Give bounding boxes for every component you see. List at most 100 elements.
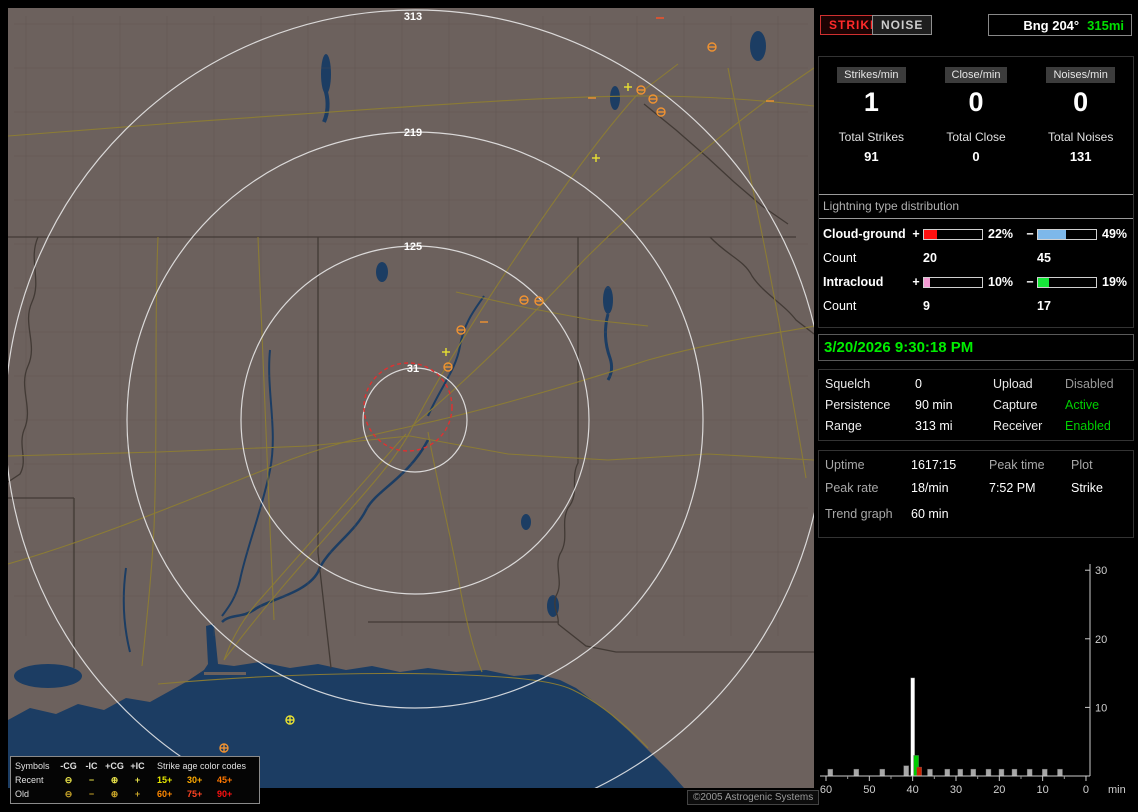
legend-header-row: Symbols -CG -IC +CG +IC Strike age color… xyxy=(15,759,255,773)
legend-neg-ic-header: -IC xyxy=(85,761,98,771)
intracloud-label: Intracloud xyxy=(823,275,884,289)
persistence-value: 90 min xyxy=(915,397,953,412)
minus-sign: − xyxy=(1026,275,1034,289)
status-grid: Uptime 1617:15 Peak time Plot Peak rate … xyxy=(825,458,1127,495)
svg-text:313: 313 xyxy=(404,11,422,23)
statistics-section: Strikes/min 1 Total Strikes 91 Close/min… xyxy=(818,56,1134,328)
uptime-label: Uptime xyxy=(825,458,865,472)
svg-text:31: 31 xyxy=(407,363,419,375)
cloud-ground-label: Cloud-ground xyxy=(823,227,906,241)
svg-text:0: 0 xyxy=(1083,784,1089,796)
settings-section: Squelch 0 Upload Disabled Persistence 90… xyxy=(818,369,1134,441)
close-per-min-column: Close/min 0 Total Close 0 xyxy=(924,65,1029,164)
noise-mode-button[interactable]: NOISE xyxy=(872,15,933,35)
ic-plus-percent: 10% xyxy=(988,275,1014,289)
distribution-grid: Cloud-ground + 22% − 49% Count 20 45 Int… xyxy=(819,219,1133,313)
capture-status: Active xyxy=(1065,397,1100,412)
cg-minus-percent: 49% xyxy=(1102,227,1128,241)
pos-cg-old-icon: ⊕ xyxy=(110,789,119,799)
total-noises-value: 131 xyxy=(1069,149,1092,164)
total-close-value: 0 xyxy=(972,149,980,164)
close-per-min-value: 0 xyxy=(968,87,984,117)
svg-text:20: 20 xyxy=(1095,634,1107,646)
age-45: 45+ xyxy=(217,775,233,785)
svg-text:min: min xyxy=(1108,784,1126,796)
legend-old-row: Old ⊖ − ⊕ + 60+ 75+ 90+ xyxy=(15,787,255,801)
persistence-label: Persistence xyxy=(825,397,891,412)
squelch-value: 0 xyxy=(915,377,922,392)
ic-minus-count: 17 xyxy=(1037,299,1051,313)
range-value: 313 mi xyxy=(915,418,953,433)
lightning-type-distribution: Lightning type distribution Cloud-ground… xyxy=(819,194,1133,313)
close-per-min-label: Close/min xyxy=(944,67,1008,83)
svg-text:10: 10 xyxy=(1095,702,1107,714)
noises-per-min-value: 0 xyxy=(1073,87,1089,117)
strike-legend: Symbols -CG -IC +CG +IC Strike age color… xyxy=(10,756,260,804)
pos-cg-recent-icon: ⊕ xyxy=(110,775,119,785)
legend-pos-ic-header: +IC xyxy=(130,761,145,771)
ic-minus-bar xyxy=(1037,276,1097,288)
legend-age-header: Strike age color codes xyxy=(157,761,247,771)
receiver-label: Receiver xyxy=(993,418,1043,433)
lightning-map[interactable]: 313 219 125 31 xyxy=(8,8,814,788)
age-30: 30+ xyxy=(187,775,203,785)
legend-symbols-header: Symbols xyxy=(15,761,50,771)
age-15: 15+ xyxy=(157,775,173,785)
copyright-notice: ©2005 Astrogenic Systems xyxy=(687,790,820,805)
total-noises-label: Total Noises xyxy=(1047,130,1114,144)
plus-sign: + xyxy=(912,275,920,289)
minus-sign: − xyxy=(1026,227,1034,241)
svg-text:60: 60 xyxy=(820,784,832,796)
cg-plus-bar xyxy=(923,228,983,240)
trend-graph-window: 60 min xyxy=(911,507,949,521)
upload-status: Disabled xyxy=(1065,377,1114,392)
bearing-value: Bng 204° xyxy=(1023,17,1080,33)
age-90: 90+ xyxy=(217,789,233,799)
peak-time-label: Peak time xyxy=(989,458,1045,472)
strikes-per-min-column: Strikes/min 1 Total Strikes 91 xyxy=(819,65,924,164)
cg-plus-count: 20 xyxy=(923,251,937,265)
datetime-display: 3/20/2026 9:30:18 PM xyxy=(818,334,1134,361)
svg-text:20: 20 xyxy=(993,784,1005,796)
peak-time-value: 7:52 PM xyxy=(989,481,1036,495)
pos-ic-old-icon: + xyxy=(134,789,141,799)
svg-text:40: 40 xyxy=(907,784,919,796)
legend-recent-row: Recent ⊖ − ⊕ + 15+ 30+ 45+ xyxy=(15,773,255,787)
svg-text:219: 219 xyxy=(404,127,422,139)
legend-neg-cg-header: -CG xyxy=(60,761,77,771)
cg-minus-bar xyxy=(1037,228,1097,240)
neg-ic-old-icon: − xyxy=(88,789,95,799)
svg-text:125: 125 xyxy=(404,241,422,253)
rate-counters: Strikes/min 1 Total Strikes 91 Close/min… xyxy=(819,65,1133,164)
bearing-readout: Bng 204° 315mi xyxy=(988,14,1132,36)
strikes-per-min-value: 1 xyxy=(863,87,879,117)
cg-plus-percent: 22% xyxy=(988,227,1014,241)
plus-sign: + xyxy=(912,227,920,241)
trend-graph: 10 20 30 60 50 40 30 20 10 0 min xyxy=(820,564,1126,796)
svg-text:50: 50 xyxy=(863,784,875,796)
svg-text:30: 30 xyxy=(1095,565,1107,577)
range-label: Range xyxy=(825,418,862,433)
plot-label: Plot xyxy=(1071,458,1093,472)
squelch-label: Squelch xyxy=(825,377,871,392)
status-section: Uptime 1617:15 Peak time Plot Peak rate … xyxy=(818,450,1134,538)
plot-value: Strike xyxy=(1071,481,1103,495)
neg-cg-old-icon: ⊖ xyxy=(64,789,73,799)
map-canvas[interactable]: 313 219 125 31 xyxy=(8,8,814,788)
ic-plus-bar xyxy=(923,276,983,288)
strikes-per-min-label: Strikes/min xyxy=(837,67,906,83)
age-75: 75+ xyxy=(187,789,203,799)
svg-text:10: 10 xyxy=(1037,784,1049,796)
uptime-value: 1617:15 xyxy=(911,458,957,472)
total-strikes-label: Total Strikes xyxy=(838,130,905,144)
receiver-status: Enabled xyxy=(1065,418,1111,433)
total-close-label: Total Close xyxy=(946,130,1006,144)
noises-per-min-label: Noises/min xyxy=(1046,67,1115,83)
neg-cg-recent-icon: ⊖ xyxy=(64,775,73,785)
legend-recent-label: Recent xyxy=(15,775,44,785)
capture-label: Capture xyxy=(993,397,1038,412)
cg-minus-count: 45 xyxy=(1037,251,1051,265)
peak-rate-value: 18/min xyxy=(911,481,949,495)
legend-old-label: Old xyxy=(15,789,30,799)
distribution-title: Lightning type distribution xyxy=(819,195,1133,219)
